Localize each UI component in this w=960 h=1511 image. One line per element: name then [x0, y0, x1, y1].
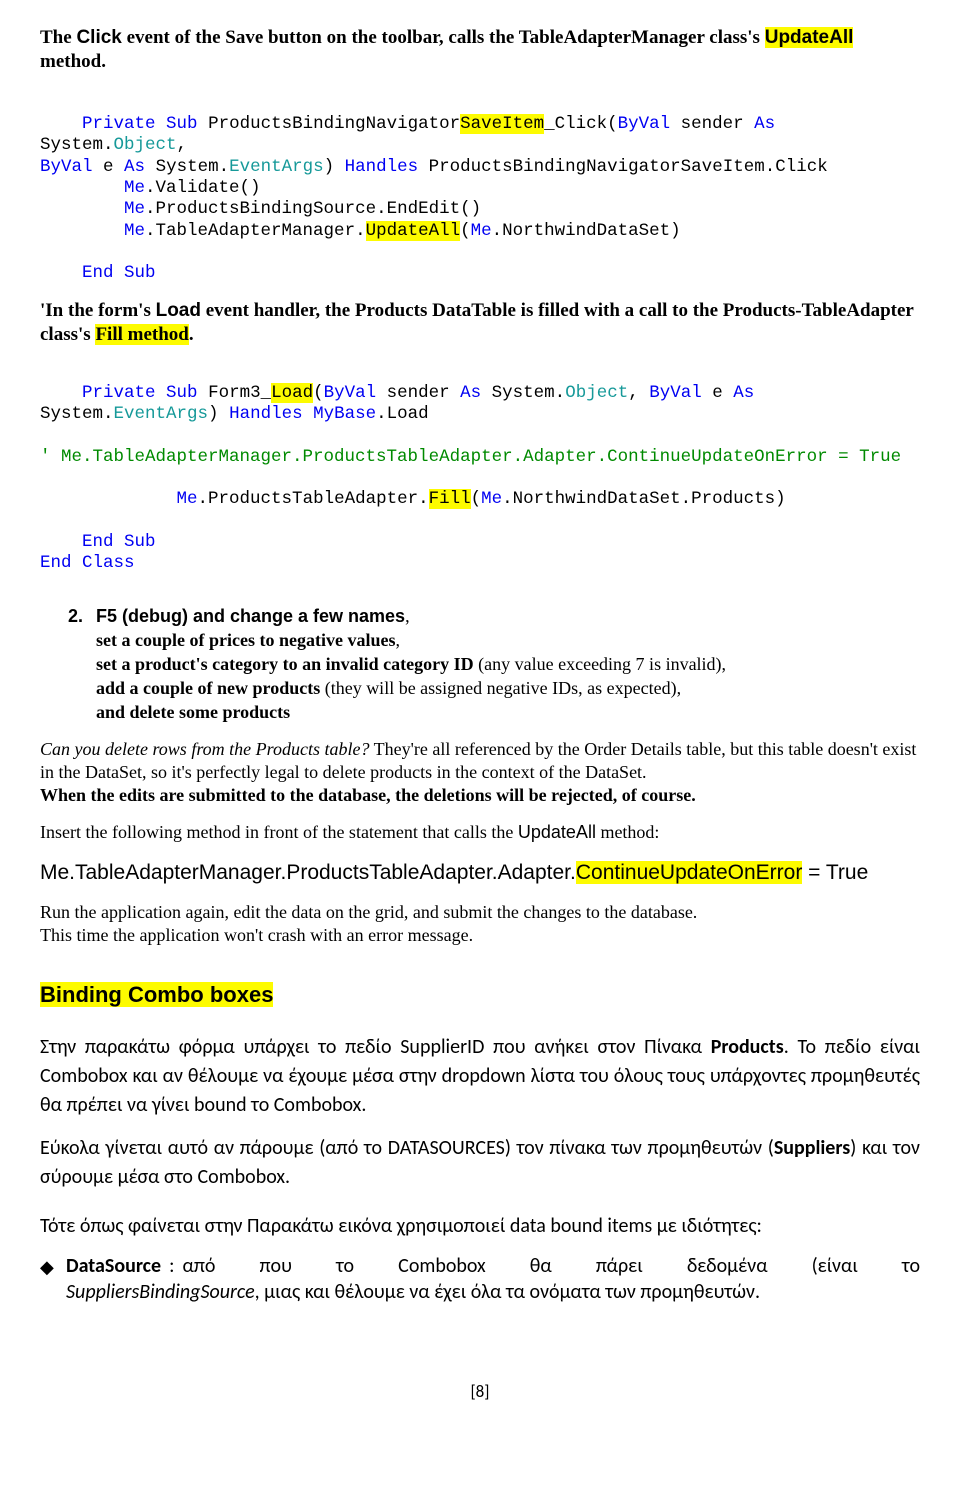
greek-paragraph-3: Τότε όπως φαίνεται στην Παρακάτω εικόνα …: [40, 1214, 920, 1240]
step-2-line4: add a couple of new products (they will …: [96, 677, 920, 700]
step-2: 2. F5 (debug) and change a few names, se…: [68, 605, 920, 724]
heading-binding-combo: Binding Combo boxes: [40, 981, 920, 1009]
diamond-icon: ◆: [40, 1257, 58, 1279]
step-list: 2. F5 (debug) and change a few names, se…: [68, 605, 920, 724]
page-number: [8]: [40, 1381, 920, 1403]
greek-paragraph-1: Στην παρακάτω φόρμα υπάρχει το πεδίο Sup…: [40, 1033, 920, 1120]
diamond-list: ◆ DataSource : από που το Combobox θα πά…: [40, 1254, 920, 1305]
step-2-line2: set a couple of prices to negative value…: [96, 629, 920, 652]
step-2-line5: and delete some products: [96, 701, 920, 724]
paragraph-delete-rows: Can you delete rows from the Products ta…: [40, 738, 920, 807]
step-2-line3: set a product's category to an invalid c…: [96, 653, 920, 676]
paragraph-run-again: Run the application again, edit the data…: [40, 901, 920, 947]
intro-paragraph-2: 'In the form's Load event handler, the P…: [40, 299, 920, 348]
intro-paragraph-1: The Click event of the Save button on th…: [40, 26, 920, 75]
greek-paragraph-2: Εύκολα γίνεται αυτό αν πάρουμε (από το D…: [40, 1134, 920, 1192]
code-block-2: Private Sub Form3_Load(ByVal sender As S…: [40, 361, 920, 574]
code-block-1: Private Sub ProductsBindingNavigatorSave…: [40, 93, 920, 285]
paragraph-insert-method: Insert the following method in front of …: [40, 821, 920, 844]
code-line-continue-error: Me.TableAdapterManager.ProductsTableAdap…: [40, 860, 920, 887]
